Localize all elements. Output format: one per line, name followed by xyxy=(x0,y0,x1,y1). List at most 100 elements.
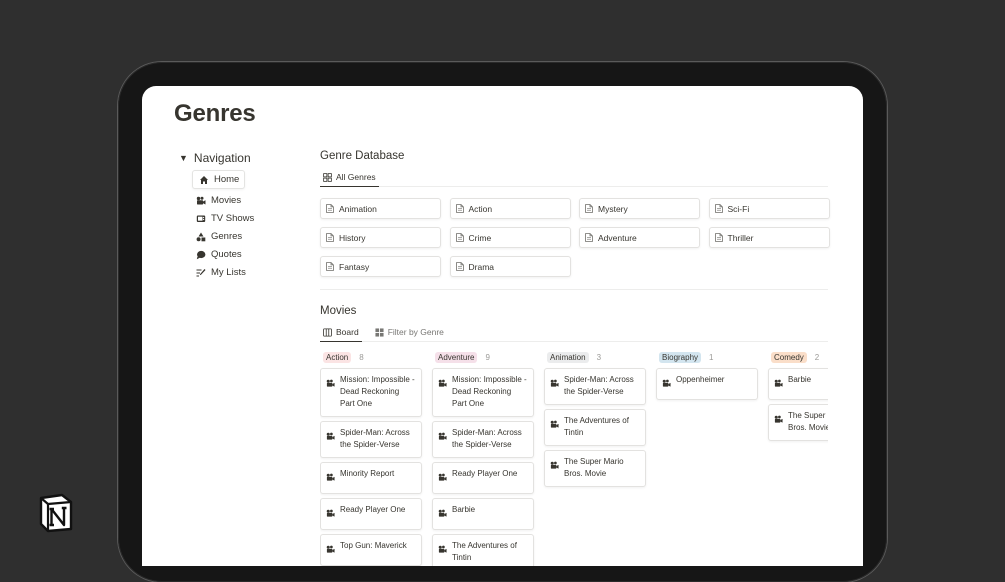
navigation-toggle[interactable]: ▼ Navigation xyxy=(179,151,251,165)
notion-page: Genres ▼ Navigation Home Movies TV Shows xyxy=(142,86,863,566)
column-header[interactable]: Biography 1 xyxy=(656,350,758,364)
genre-card[interactable]: Fantasy xyxy=(320,256,441,277)
page-icon xyxy=(585,233,593,242)
list-pencil-icon xyxy=(195,267,207,279)
board-card[interactable]: Mission: Impossible - Dead Reckoning Par… xyxy=(432,368,534,417)
gallery-icon xyxy=(375,327,384,337)
nav-item-movies[interactable]: Movies xyxy=(192,192,257,209)
nav-item-genres[interactable]: Genres xyxy=(192,228,257,245)
column-tag: Adventure xyxy=(435,351,478,363)
movies-tabbar: Board Filter by Genre xyxy=(320,327,828,342)
gallery-icon xyxy=(323,172,332,182)
film-camera-icon xyxy=(326,473,335,481)
genre-card[interactable]: Thriller xyxy=(708,227,830,248)
nav-item-quotes[interactable]: Quotes xyxy=(192,246,257,263)
board-card-title: Spider-Man: Across the Spider-Verse xyxy=(340,428,410,449)
board-card[interactable]: Mission: Impossible - Dead Reckoning Par… xyxy=(320,368,422,417)
board-card[interactable]: Barbie xyxy=(432,498,534,530)
nav-item-label: TV Shows xyxy=(211,213,255,224)
tab-board[interactable]: Board xyxy=(320,327,362,342)
genre-card[interactable]: Adventure xyxy=(579,227,700,248)
page-icon xyxy=(714,204,723,213)
board-card-title: Barbie xyxy=(788,375,812,384)
genre-card[interactable]: Action xyxy=(449,198,571,219)
tv-icon xyxy=(195,213,207,225)
column-header[interactable]: Action 8 xyxy=(320,350,422,364)
film-camera-icon xyxy=(550,379,559,387)
section-divider xyxy=(320,289,828,290)
column-header[interactable]: Comedy 2 xyxy=(768,350,828,364)
board-card-title: Ready Player One xyxy=(340,505,406,514)
board-card[interactable]: Ready Player One xyxy=(432,462,534,494)
nav-item-my-lists[interactable]: My Lists xyxy=(192,264,257,281)
board-column-biography: Biography 1 Oppenheimer xyxy=(656,350,758,404)
film-camera-icon xyxy=(195,195,207,207)
board-card[interactable]: Spider-Man: Across the Spider-Verse xyxy=(320,421,422,458)
tab-label: Board xyxy=(336,327,359,337)
film-camera-icon xyxy=(774,379,783,387)
column-count: 3 xyxy=(596,352,602,362)
board-card[interactable]: Oppenheimer xyxy=(656,368,758,400)
film-camera-icon xyxy=(438,432,447,440)
film-camera-icon xyxy=(326,379,335,387)
genre-gallery: Animation Action Mystery Sci-Fi History Crime… xyxy=(320,198,830,277)
board-card[interactable]: Spider-Man: Across the Spider-Verse xyxy=(432,421,534,458)
page-icon xyxy=(714,233,723,242)
film-camera-icon xyxy=(550,461,559,469)
nav-item-label: Movies xyxy=(211,195,242,206)
page-icon xyxy=(326,262,334,271)
board-card[interactable]: Barbie xyxy=(768,368,828,400)
column-header[interactable]: Adventure 9 xyxy=(432,350,534,364)
board-column-action: Action 8 Mission: Impossible - Dead Reckon… xyxy=(320,350,422,566)
genre-card-label: Mystery xyxy=(598,203,628,214)
column-count: 8 xyxy=(359,352,364,362)
genre-card[interactable]: Animation xyxy=(320,198,441,219)
board-card[interactable]: Minority Report xyxy=(320,462,422,494)
board-card[interactable]: Spider-Man: Across the Spider-Verse xyxy=(544,368,646,405)
genre-database-tabbar: All Genres xyxy=(320,172,828,187)
board-icon xyxy=(323,327,332,337)
nav-item-label: Genres xyxy=(211,231,243,242)
board-card-title: The Adventures of Tintin xyxy=(564,416,629,437)
board-card[interactable]: The Adventures of Tintin xyxy=(544,409,646,446)
tab-label: All Genres xyxy=(336,172,376,182)
genre-card[interactable]: Mystery xyxy=(579,198,700,219)
tab-all-genres[interactable]: All Genres xyxy=(320,172,379,187)
genre-card[interactable]: History xyxy=(320,227,441,248)
column-header[interactable]: Animation 3 xyxy=(544,350,646,364)
board-card[interactable]: Top Gun: Maverick xyxy=(320,534,422,566)
column-tag: Animation xyxy=(547,351,589,363)
nav-item-tv-shows[interactable]: TV Shows xyxy=(192,210,257,227)
board-card-title: Spider-Man: Across the Spider-Verse xyxy=(564,375,634,396)
genre-card[interactable]: Crime xyxy=(449,227,571,248)
board-card[interactable]: The Adventures of Tintin xyxy=(432,534,534,566)
tab-filter-by-genre[interactable]: Filter by Genre xyxy=(372,327,447,341)
page-icon xyxy=(326,233,334,242)
film-camera-icon xyxy=(438,509,447,517)
genre-card[interactable]: Drama xyxy=(449,256,571,277)
board-card[interactable]: The Super Mario Bros. Movie xyxy=(768,404,828,441)
film-camera-icon xyxy=(326,509,335,517)
genre-card-label: Crime xyxy=(468,232,492,243)
movies-board: Action 8 Mission: Impossible - Dead Reckon… xyxy=(320,350,828,566)
board-column-animation: Animation 3 Spider-Man: Across the Spider-… xyxy=(544,350,646,491)
board-card[interactable]: The Super Mario Bros. Movie xyxy=(544,450,646,487)
genre-database-title: Genre Database xyxy=(320,150,405,162)
board-column-comedy: Comedy 2 Barbie The Super Mario Bros. Movie xyxy=(768,350,828,445)
board-card-title: The Super Mario Bros. Movie xyxy=(564,457,624,478)
board-card[interactable]: Ready Player One xyxy=(320,498,422,530)
column-tag: Biography xyxy=(659,351,702,363)
column-count: 1 xyxy=(709,352,714,362)
genre-card[interactable]: Sci-Fi xyxy=(708,198,830,219)
page-icon xyxy=(455,233,464,242)
film-camera-icon xyxy=(438,473,447,481)
film-camera-icon xyxy=(774,415,783,423)
nav-item-label: My Lists xyxy=(211,267,246,278)
nav-item-home[interactable]: Home xyxy=(192,170,246,189)
film-camera-icon xyxy=(550,420,559,428)
genre-card-label: History xyxy=(339,232,366,243)
page-icon xyxy=(326,204,334,213)
board-card-title: Minority Report xyxy=(340,469,395,478)
column-count: 9 xyxy=(485,352,490,362)
page-icon xyxy=(455,262,464,271)
